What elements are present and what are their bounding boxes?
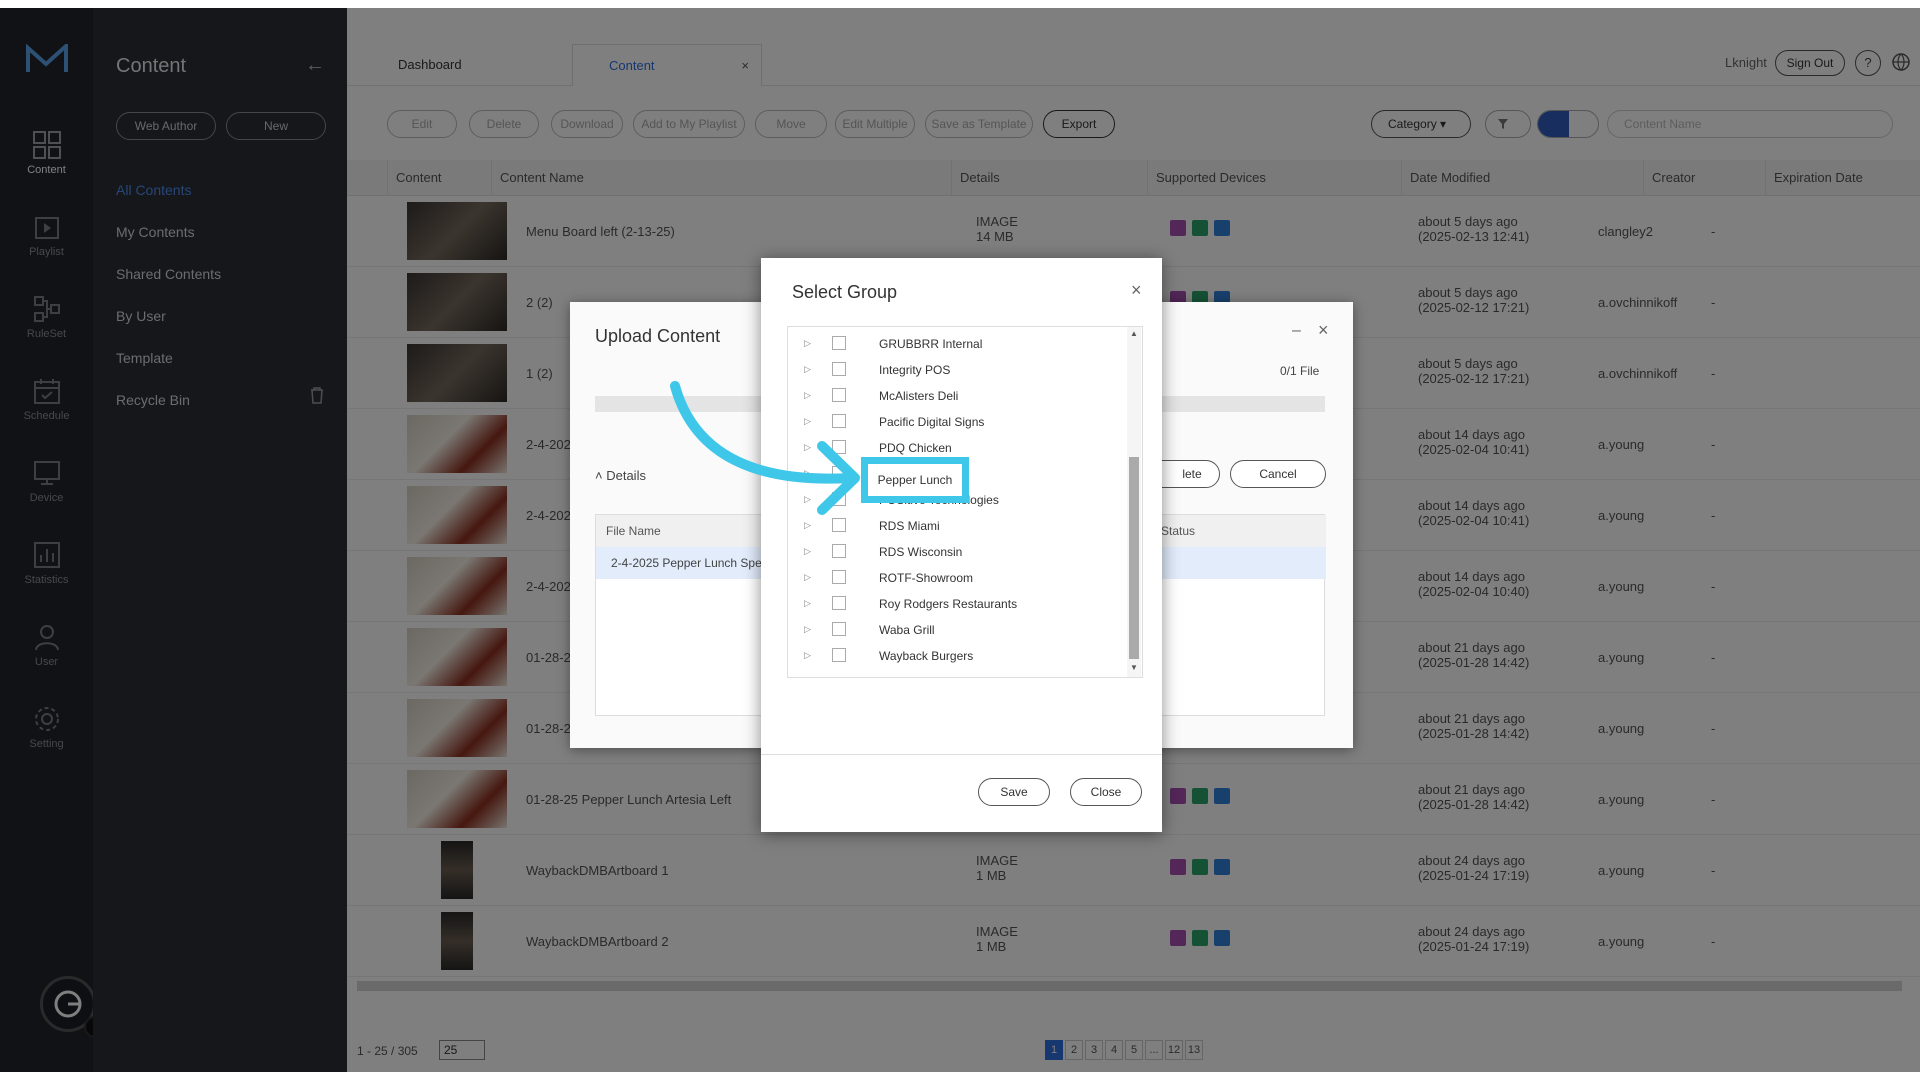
group-name: Pacific Digital Signs [879,415,985,429]
expand-arrow-icon[interactable]: ▷ [804,650,811,661]
dialog-title: Select Group [792,282,898,302]
top-strip [0,0,1920,8]
app: Content Playlist RuleSet Schedule Device… [0,8,1920,1072]
group-name: Wayback Burgers [879,649,974,663]
close-icon[interactable]: × [1131,280,1142,301]
scroll-up-icon[interactable]: ▲ [1130,329,1138,338]
expand-arrow-icon[interactable]: ▷ [804,598,811,609]
vertical-scrollbar[interactable]: ▲ ▼ [1127,327,1141,677]
group-checkbox[interactable] [832,336,846,350]
close-button[interactable]: Close [1070,778,1142,806]
cancel-button[interactable]: Cancel [1230,460,1326,488]
group-name: RDS Wisconsin [879,545,963,559]
select-group-dialog: Select Group × ▷ GRUBBRR Internal ▷ Integri… [761,258,1162,832]
group-name: Roy Rodgers Restaurants [879,597,1018,611]
highlighted-group[interactable]: Pepper Lunch [861,457,969,503]
tree-node[interactable]: ▷ Roy Rodgers Restaurants [788,591,1124,617]
expand-arrow-icon[interactable]: ▷ [804,572,811,583]
group-checkbox[interactable] [832,596,846,610]
group-name: RDS Miami [879,519,940,533]
group-name: PDQ Chicken [879,441,952,455]
save-button[interactable]: Save [978,778,1050,806]
scroll-thumb[interactable] [1129,457,1139,659]
expand-arrow-icon[interactable]: ▷ [804,546,811,557]
group-checkbox[interactable] [832,648,846,662]
close-icon[interactable]: × [1318,320,1329,341]
group-name: Integrity POS [879,363,951,377]
dialog-title: Upload Content [595,326,721,346]
chevron-up-icon: ˄ [595,468,603,483]
group-checkbox[interactable] [832,622,846,636]
file-name: 2-4-2025 Pepper Lunch Spe [611,556,762,570]
callout-arrow-icon [670,381,860,515]
group-name: Waba Grill [879,623,935,637]
tree-node[interactable]: ▷ Waba Grill [788,617,1124,643]
details-label: Details [606,468,646,483]
expand-arrow-icon[interactable]: ▷ [804,624,811,635]
tree-node[interactable]: ▷ GRUBBRR Internal [788,331,1124,357]
tree-node[interactable]: ▷ ROTF-Showroom [788,565,1124,591]
minimize-icon[interactable]: – [1292,322,1301,340]
scroll-down-icon[interactable]: ▼ [1130,663,1138,672]
group-name: GRUBBRR Internal [879,337,983,351]
details-toggle[interactable]: ˄ Details [595,468,646,483]
group-checkbox[interactable] [832,570,846,584]
group-name: McAlisters Deli [879,389,959,403]
file-count: 0/1 File [1280,364,1320,378]
group-checkbox[interactable] [832,544,846,558]
expand-arrow-icon[interactable]: ▷ [804,338,811,349]
col-status: Status [1161,524,1196,538]
dialog-divider [761,754,1162,755]
group-name: ROTF-Showroom [879,571,974,585]
tree-node[interactable]: ▷ Wayback Burgers [788,643,1124,669]
tree-node[interactable]: ▷ RDS Wisconsin [788,539,1124,565]
screen: Content Playlist RuleSet Schedule Device… [0,0,1920,1080]
